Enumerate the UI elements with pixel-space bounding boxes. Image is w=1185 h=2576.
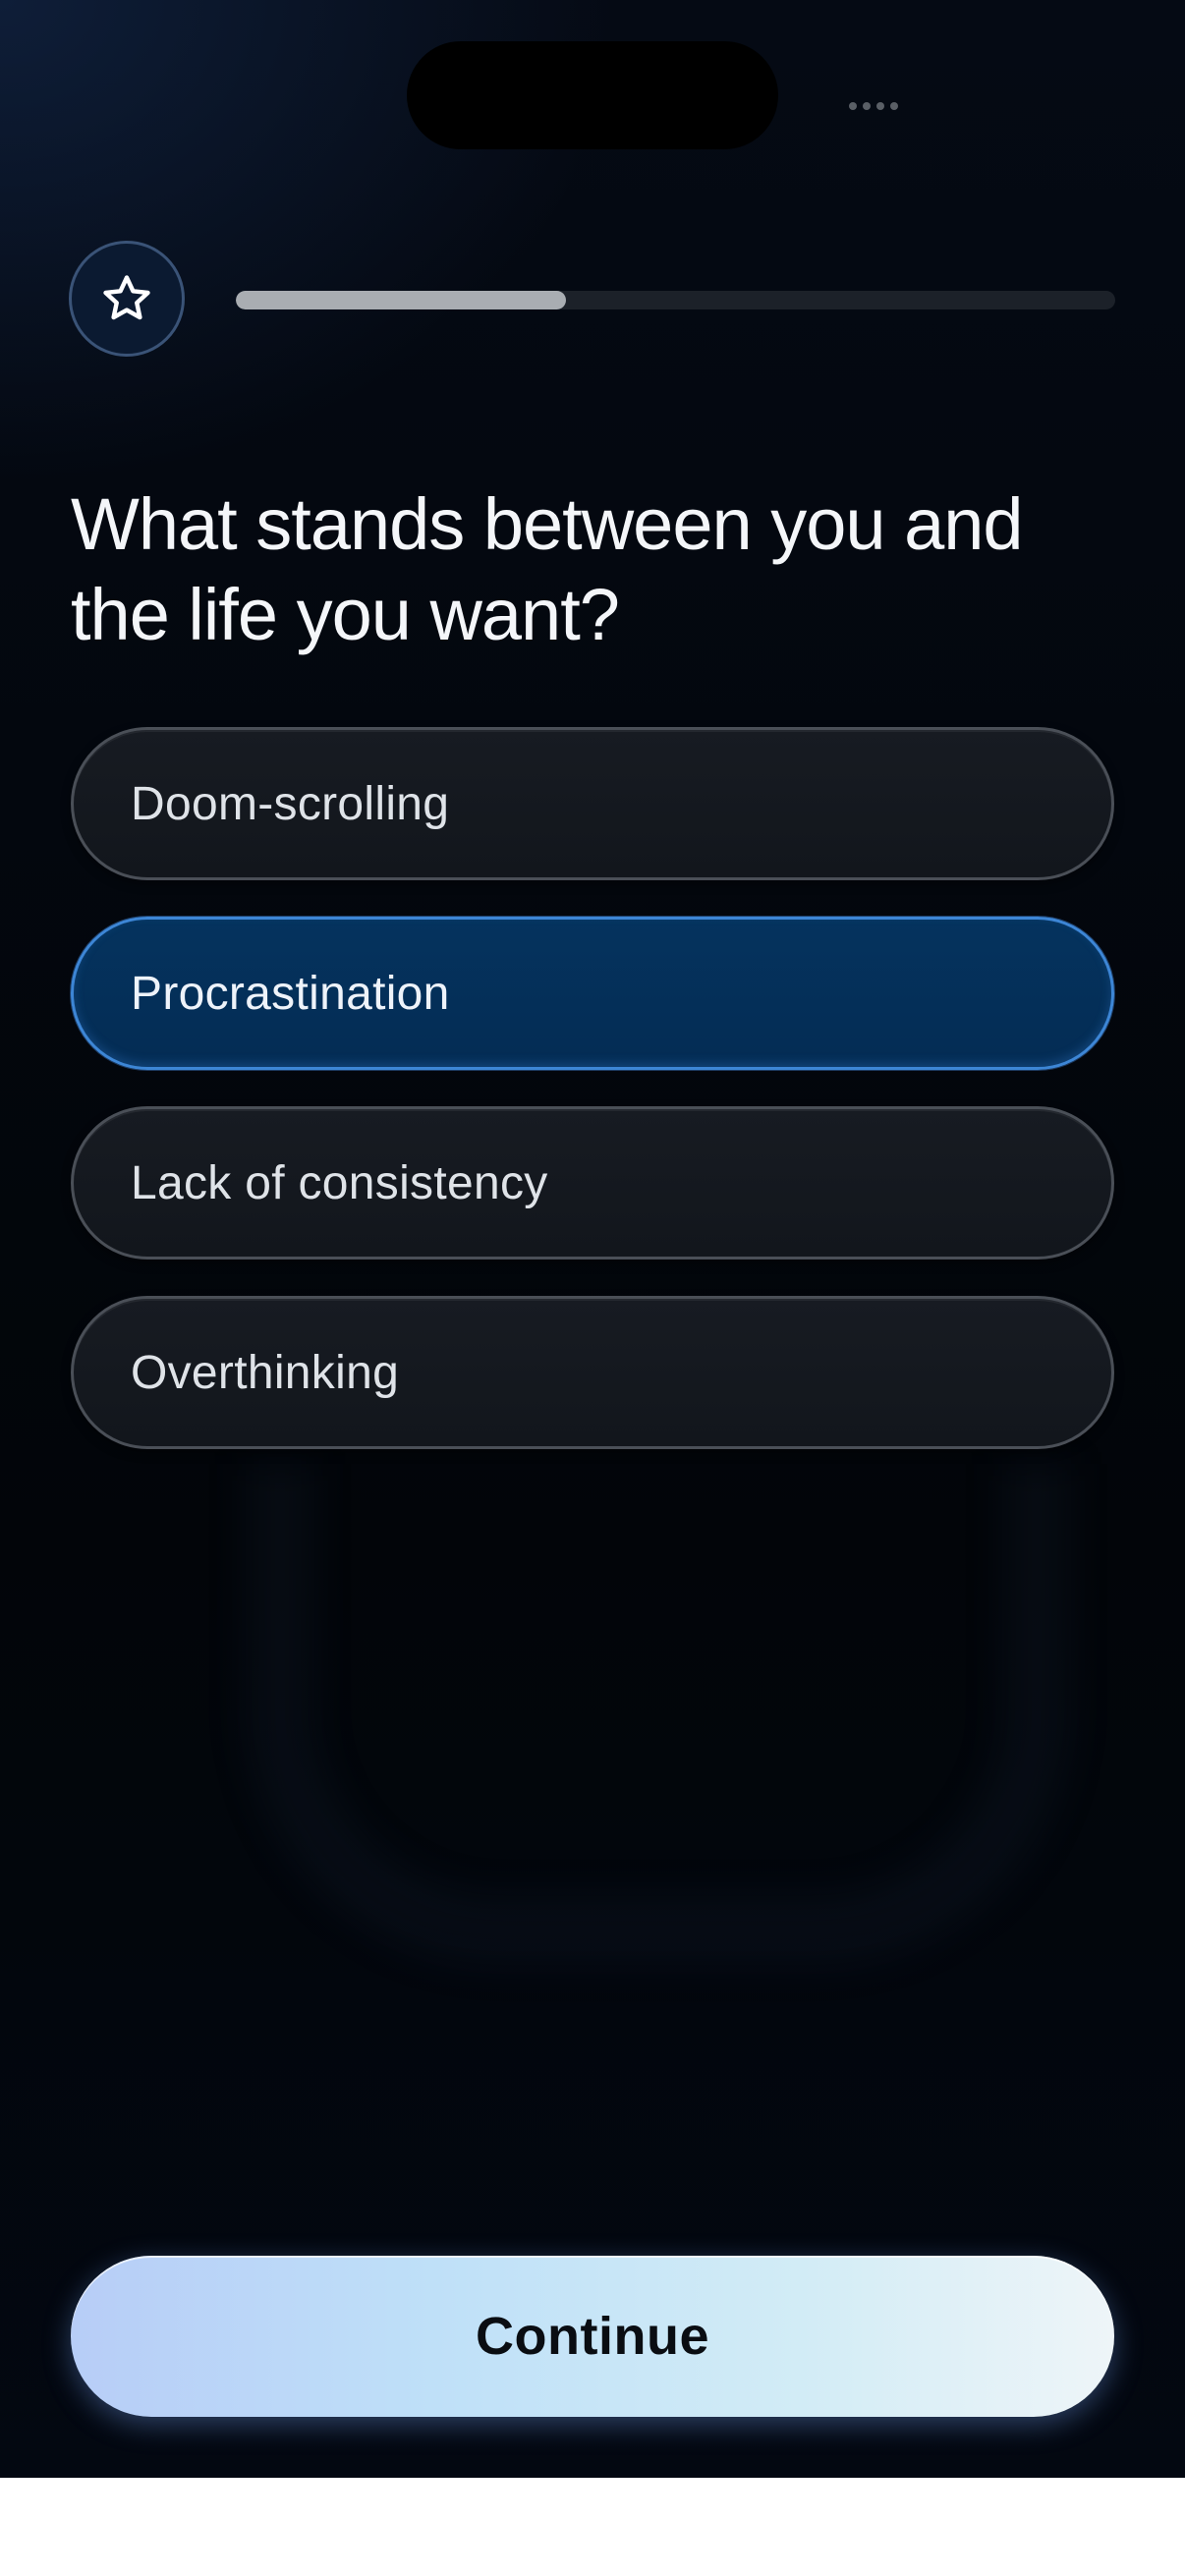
continue-button[interactable]: Continue xyxy=(71,2256,1114,2417)
option-label: Lack of consistency xyxy=(131,1156,548,1209)
signal-dot xyxy=(863,102,871,110)
question-title: What stands between you and the life you… xyxy=(71,483,1024,655)
continue-label: Continue xyxy=(476,2307,709,2366)
option-label: Doom-scrolling xyxy=(131,777,450,830)
dynamic-island xyxy=(407,41,778,149)
option-procrastination[interactable]: Procrastination xyxy=(71,917,1114,1070)
signal-dot xyxy=(890,102,898,110)
background-decoration xyxy=(246,1464,1071,1965)
onboarding-screen: What stands between you and the life you… xyxy=(0,0,1185,2576)
signal-dot xyxy=(849,102,857,110)
answer-options-list: Doom-scrolling Procrastination Lack of c… xyxy=(71,727,1114,1485)
option-doom-scrolling[interactable]: Doom-scrolling xyxy=(71,727,1114,880)
screen-content-area: What stands between you and the life you… xyxy=(0,0,1185,2515)
progress-bar xyxy=(236,291,1115,309)
star-outline-icon xyxy=(103,275,150,320)
option-label: Overthinking xyxy=(131,1346,400,1399)
status-signal-dots xyxy=(849,102,898,110)
star-badge xyxy=(69,241,185,357)
option-lack-of-consistency[interactable]: Lack of consistency xyxy=(71,1106,1114,1260)
signal-dot xyxy=(876,102,884,110)
progress-bar-fill xyxy=(236,291,566,309)
option-label: Procrastination xyxy=(131,967,450,1020)
option-overthinking[interactable]: Overthinking xyxy=(71,1296,1114,1449)
